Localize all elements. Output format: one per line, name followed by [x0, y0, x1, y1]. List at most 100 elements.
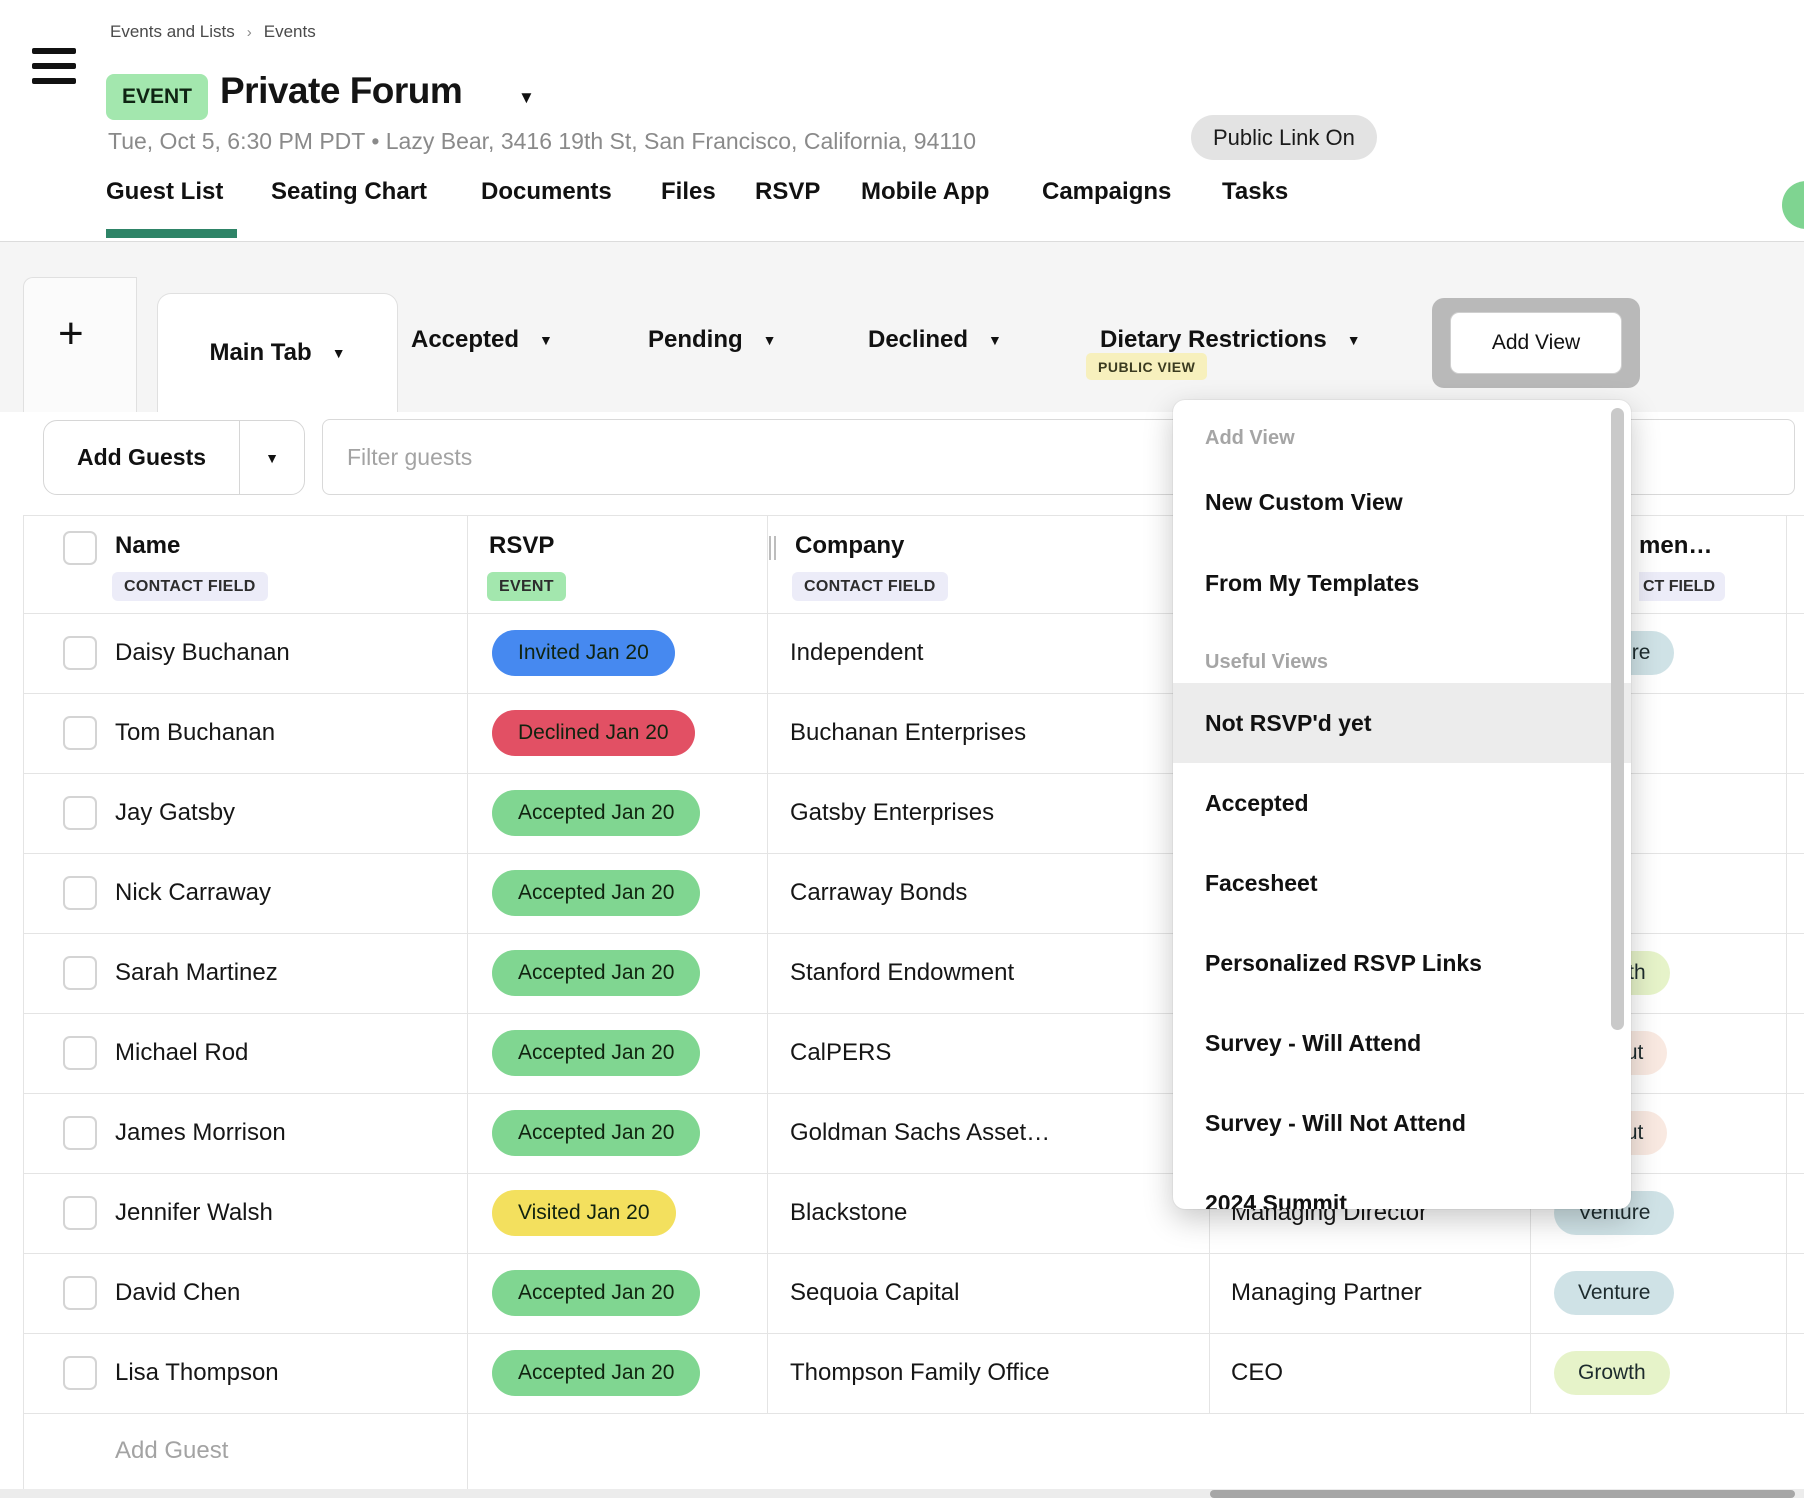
event-type-badge: EVENT — [106, 74, 208, 120]
menu-item-survey-will-attend[interactable]: Survey - Will Attend — [1173, 1025, 1631, 1061]
breadcrumb: Events and Lists › Events — [110, 22, 316, 42]
row-checkbox[interactable] — [63, 876, 97, 910]
nav-tab-files[interactable]: Files — [661, 178, 716, 206]
view-tab-dietary-restrictions[interactable]: Dietary Restrictions ▼ — [1100, 326, 1361, 354]
chevron-down-icon[interactable]: ▼ — [539, 332, 553, 348]
title-dropdown-caret-icon[interactable]: ▼ — [518, 88, 535, 108]
chevron-down-icon[interactable]: ▼ — [1347, 332, 1361, 348]
column-header-name[interactable]: Name — [115, 532, 180, 560]
rsvp-status-badge: Accepted Jan 20 — [492, 1110, 700, 1156]
public-view-badge: PUBLIC VIEW — [1086, 353, 1207, 380]
event-date-location: Tue, Oct 5, 6:30 PM PDT • Lazy Bear, 341… — [108, 128, 976, 155]
column-drag-handle-icon[interactable] — [769, 536, 779, 560]
rsvp-status-badge: Accepted Jan 20 — [492, 1270, 700, 1316]
guest-company: Gatsby Enterprises — [790, 799, 994, 827]
view-tab-pending[interactable]: Pending▼ — [648, 326, 777, 354]
guest-company: Goldman Sachs Asset… — [790, 1119, 1050, 1147]
focus-badge: Venture — [1554, 1271, 1674, 1315]
nav-tab-tasks[interactable]: Tasks — [1222, 178, 1288, 206]
row-checkbox[interactable] — [63, 1276, 97, 1310]
guest-name: Sarah Martinez — [115, 959, 278, 987]
add-guests-button[interactable]: Add Guests ▼ — [43, 420, 305, 495]
view-tab-declined[interactable]: Declined▼ — [868, 326, 1002, 354]
row-checkbox[interactable] — [63, 796, 97, 830]
guest-name: Jay Gatsby — [115, 799, 235, 827]
menu-item-new-custom-view[interactable]: New Custom View — [1173, 484, 1631, 520]
chevron-down-icon[interactable]: ▼ — [763, 332, 777, 348]
rsvp-status-badge: Accepted Jan 20 — [492, 1030, 700, 1076]
column-badge-truncated: CT FIELD — [1639, 572, 1725, 601]
nav-tab-rsvp[interactable]: RSVP — [755, 178, 820, 206]
menu-item-personalized-rsvp-links[interactable]: Personalized RSVP Links — [1173, 945, 1631, 981]
column-header-truncated[interactable]: men… — [1639, 532, 1712, 560]
table-row: Lisa ThompsonAccepted Jan 20Thompson Fam… — [23, 1333, 1804, 1413]
nav-tab-documents[interactable]: Documents — [481, 178, 612, 206]
row-checkbox[interactable] — [63, 1116, 97, 1150]
guest-name: Tom Buchanan — [115, 719, 275, 747]
page-title: Private Forum — [220, 70, 462, 112]
rsvp-status-badge: Declined Jan 20 — [492, 710, 695, 756]
guest-name: Michael Rod — [115, 1039, 248, 1067]
nav-tab-mobile-app[interactable]: Mobile App — [861, 178, 989, 206]
floating-action-circle[interactable] — [1782, 181, 1804, 229]
row-line — [23, 1413, 1804, 1414]
add-guests-dropdown-caret[interactable]: ▼ — [239, 421, 304, 494]
add-guests-label: Add Guests — [44, 444, 239, 471]
guest-title: CEO — [1231, 1359, 1283, 1387]
select-all-checkbox[interactable] — [63, 531, 97, 565]
menu-item-survey-will-not-attend[interactable]: Survey - Will Not Attend — [1173, 1105, 1631, 1141]
guest-company: Stanford Endowment — [790, 959, 1014, 987]
nav-tab-guest-list[interactable]: Guest List — [106, 178, 223, 206]
guest-title: Managing Partner — [1231, 1279, 1422, 1307]
column-badge-event: EVENT — [487, 572, 566, 601]
menu-item-2024-summit[interactable]: 2024 Summit — [1173, 1185, 1631, 1209]
nav-tab-seating-chart[interactable]: Seating Chart — [271, 178, 427, 206]
add-guest-row[interactable]: Add Guest — [115, 1437, 228, 1465]
view-tab-label: Accepted — [411, 326, 519, 354]
rsvp-status-badge: Invited Jan 20 — [492, 630, 675, 676]
guest-name: Nick Carraway — [115, 879, 271, 907]
row-checkbox[interactable] — [63, 1036, 97, 1070]
guest-company: Carraway Bonds — [790, 879, 967, 907]
menu-item-not-rsvp-d-yet[interactable]: Not RSVP'd yet — [1173, 705, 1631, 741]
breadcrumb-separator-icon: › — [247, 24, 252, 41]
column-header-company[interactable]: Company — [795, 532, 904, 560]
row-checkbox[interactable] — [63, 716, 97, 750]
menu-item-accepted[interactable]: Accepted — [1173, 785, 1631, 821]
menu-scrollbar[interactable] — [1611, 408, 1624, 1030]
horizontal-scrollbar-thumb[interactable] — [1210, 1490, 1795, 1498]
add-view-button[interactable]: Add View — [1450, 312, 1622, 374]
nav-tab-campaigns[interactable]: Campaigns — [1042, 178, 1171, 206]
row-checkbox[interactable] — [63, 636, 97, 670]
event-guest-list-screen: Events and Lists › Events EVENT Private … — [0, 0, 1804, 1498]
view-tab-label: Dietary Restrictions — [1100, 326, 1327, 354]
chevron-down-icon: ▼ — [265, 450, 279, 466]
column-badge-contact-field: CONTACT FIELD — [112, 572, 268, 601]
add-view-menu: Add View New Custom View From My Templates… — [1173, 400, 1631, 1209]
menu-item-from-my-templates[interactable]: From My Templates — [1173, 565, 1631, 601]
row-checkbox[interactable] — [63, 1356, 97, 1390]
chevron-down-icon[interactable]: ▼ — [988, 332, 1002, 348]
breadcrumb-events[interactable]: Events — [264, 22, 316, 42]
menu-item-facesheet[interactable]: Facesheet — [1173, 865, 1631, 901]
row-checkbox[interactable] — [63, 1196, 97, 1230]
public-link-toggle[interactable]: Public Link On — [1191, 115, 1377, 160]
guest-name: Jennifer Walsh — [115, 1199, 273, 1227]
hamburger-menu-icon[interactable] — [32, 48, 76, 84]
table-row: David Chen Accepted Jan 20 Sequoia Capital… — [23, 1253, 1804, 1333]
guest-company: Independent — [790, 639, 923, 667]
menu-section-useful-views: Useful Views — [1173, 644, 1631, 680]
guest-name: James Morrison — [115, 1119, 286, 1147]
guest-name: David Chen — [115, 1279, 240, 1307]
menu-section-add-view: Add View — [1173, 420, 1631, 456]
chevron-down-icon[interactable]: ▼ — [332, 345, 346, 361]
view-tab-main[interactable]: Main Tab ▼ — [157, 293, 398, 412]
column-header-rsvp[interactable]: RSVP — [489, 532, 554, 560]
row-checkbox[interactable] — [63, 956, 97, 990]
column-badge-contact-field: CONTACT FIELD — [792, 572, 948, 601]
view-tab-accepted[interactable]: Accepted ▼ — [411, 326, 553, 354]
guest-company: Sequoia Capital — [790, 1279, 959, 1307]
guest-name: Lisa Thompson — [115, 1359, 279, 1387]
guest-company: Blackstone — [790, 1199, 907, 1227]
breadcrumb-events-and-lists[interactable]: Events and Lists — [110, 22, 235, 42]
